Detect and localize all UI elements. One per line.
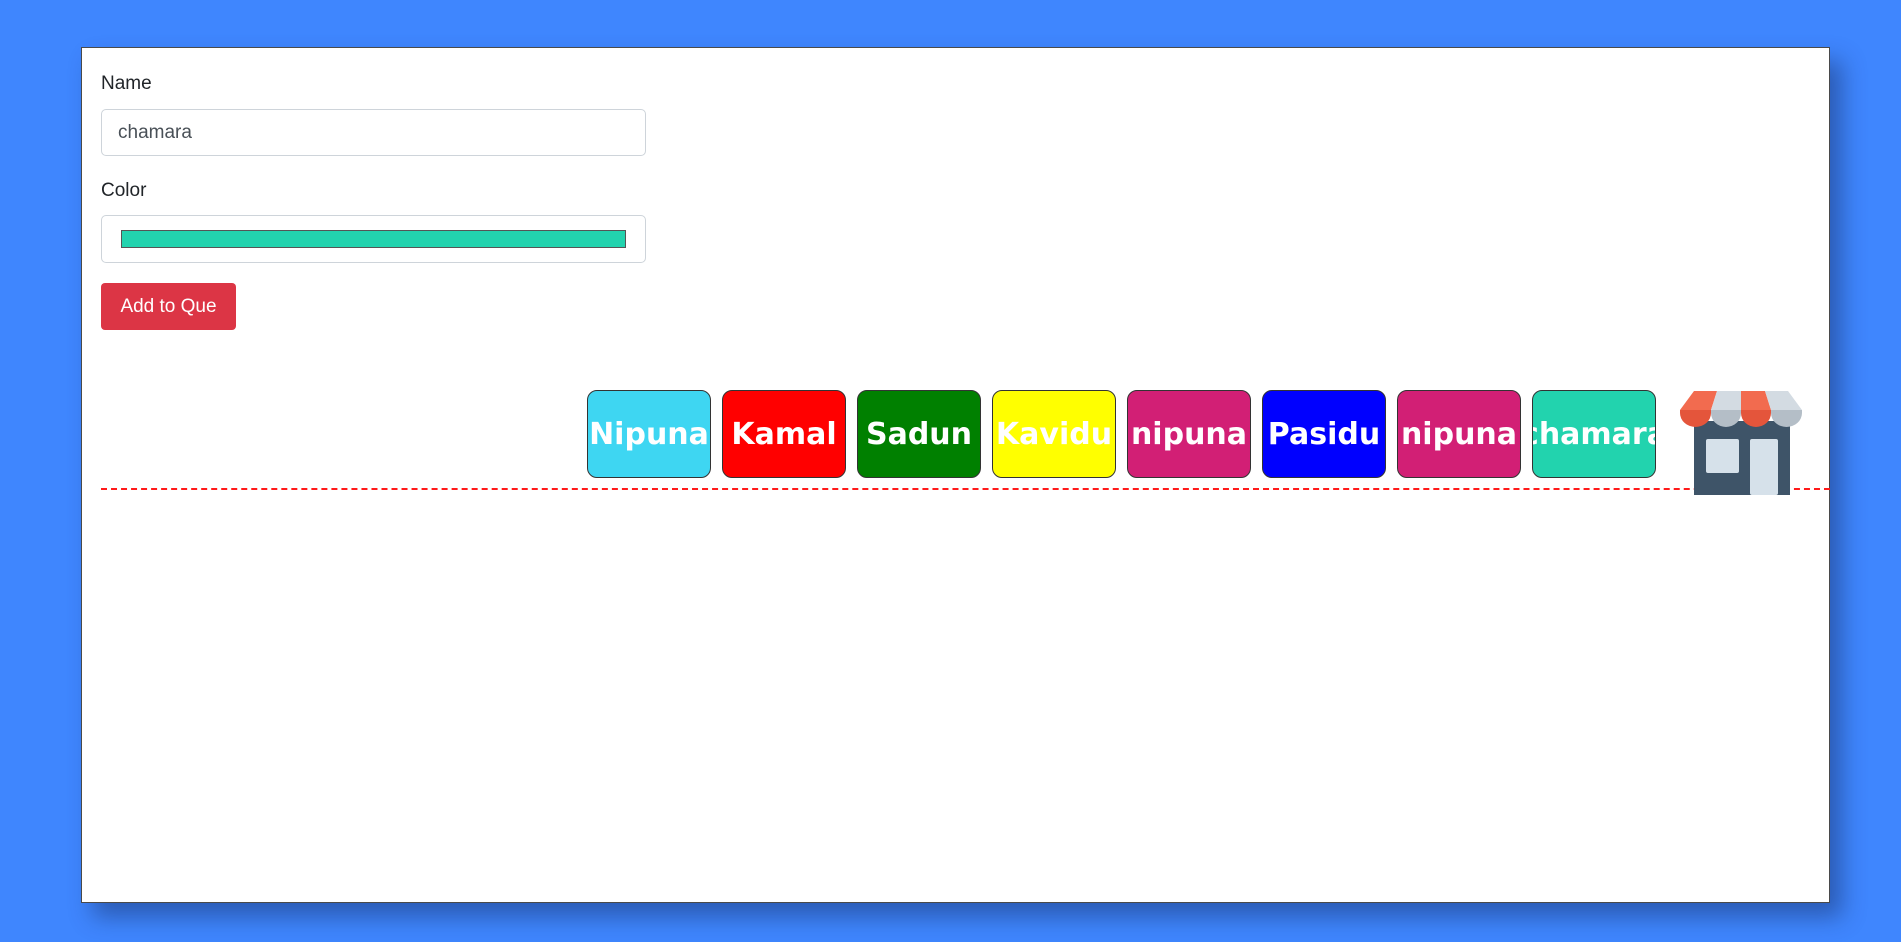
queue-item: chamara [1532,390,1656,478]
queue-item-label: Nipuna [589,416,709,452]
color-label: Color [101,180,147,201]
queue-item-label: nipuna [1400,416,1518,452]
add-to-queue-button[interactable]: Add to Que [101,283,236,330]
queue-line [101,488,1830,490]
queue-item-label: Sadun [865,416,973,452]
name-label: Name [101,73,152,94]
app-window: Name Color Add to Que Nipuna Kamal Sadun… [81,47,1830,903]
queue-item-label: Kamal [731,416,837,452]
queue-item: Kamal [722,390,846,478]
queue-item: nipuna [1127,390,1251,478]
name-input[interactable] [101,109,646,156]
queue-item: Pasidu [1262,390,1386,478]
queue-item: Nipuna [587,390,711,478]
queue-item: Sadun [857,390,981,478]
color-swatch[interactable] [121,230,626,248]
color-picker-input[interactable] [101,215,646,263]
queue: Nipuna Kamal Sadun Kavidu nipuna Pasidu … [587,390,1656,478]
shop-icon [1680,391,1802,495]
queue-item-label: chamara [1533,416,1655,452]
queue-item: nipuna [1397,390,1521,478]
queue-item-label: Pasidu [1267,416,1381,452]
queue-item-label: Kavidu [995,416,1113,452]
queue-item: Kavidu [992,390,1116,478]
queue-item-label: nipuna [1130,416,1248,452]
